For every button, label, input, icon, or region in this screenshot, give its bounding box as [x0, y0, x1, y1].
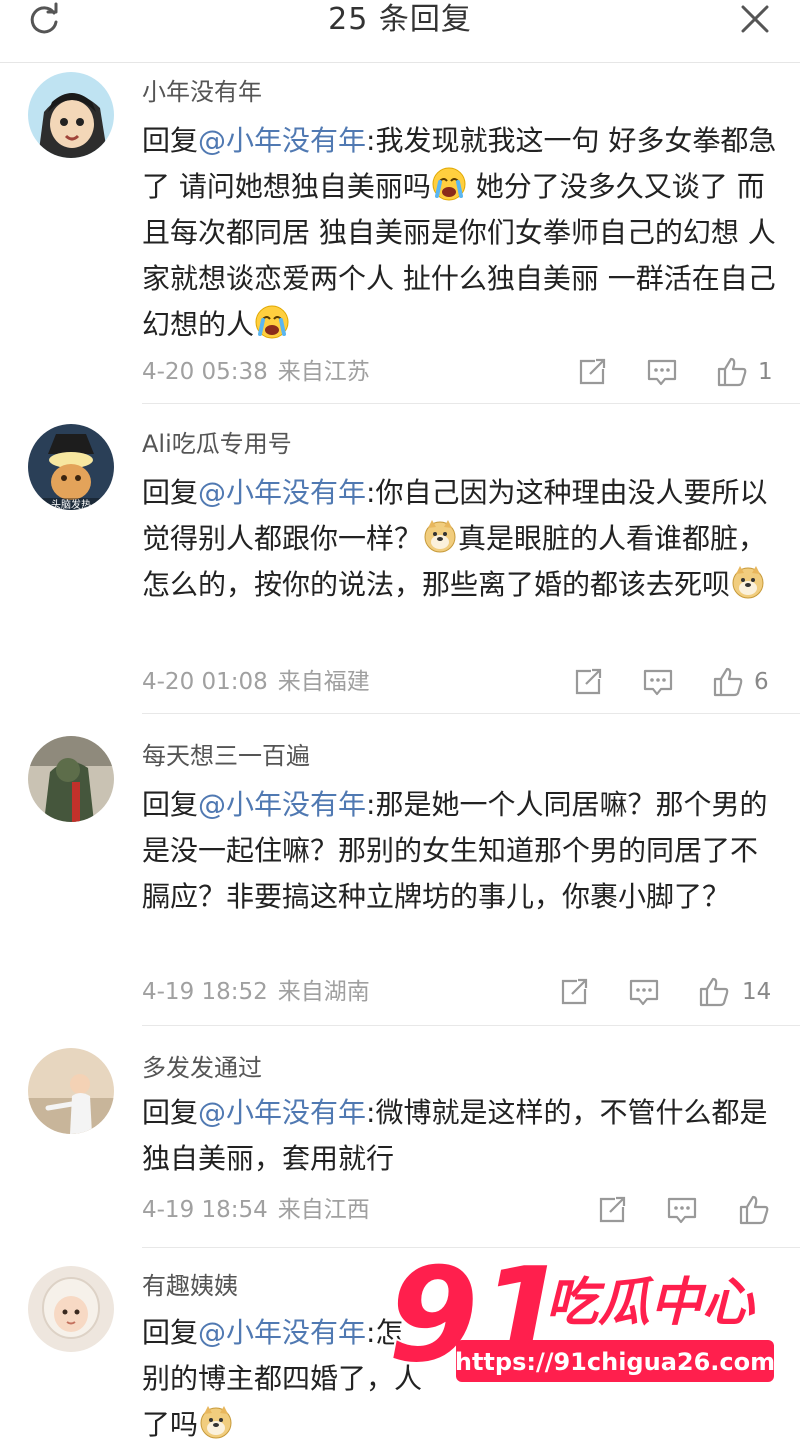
- watermark-name: 吃瓜中心: [546, 1273, 756, 1333]
- comment-text: 回复@小年没有年:微博就是这样的，不管什么都是独自美丽，套用就行: [142, 1090, 778, 1182]
- username[interactable]: 多发发通过: [142, 1048, 262, 1088]
- location: 来自福建: [277, 669, 370, 695]
- mention-link[interactable]: @小年没有年: [198, 1096, 366, 1129]
- timestamp: 4-19 18:52: [142, 979, 268, 1005]
- comment-item: 多发发通过 回复@小年没有年:微博就是这样的，不管什么都是独自美丽，套用就行 4…: [0, 1026, 800, 1248]
- like-count: 6: [754, 669, 769, 695]
- reply-prefix: 回复: [142, 788, 199, 821]
- avatar[interactable]: 头脑发热: [28, 424, 114, 510]
- comment-icon[interactable]: [638, 662, 678, 702]
- crying-emoji-icon: [254, 304, 290, 340]
- share-icon[interactable]: [554, 972, 594, 1012]
- comment-text-part: 别的博主都四婚了，人: [142, 1362, 423, 1395]
- avatar[interactable]: [28, 736, 114, 822]
- username[interactable]: Ali吃瓜专用号: [142, 424, 292, 464]
- reply-prefix: 回复: [142, 476, 199, 509]
- doge-emoji-icon: [730, 564, 766, 600]
- timestamp: 4-20 05:38: [142, 359, 268, 385]
- comment-text: 回复@小年没有年:你自己因为这种理由没人要所以觉得别人都跟你一样？ 真是眼脏的人看…: [142, 470, 778, 608]
- comment-meta: 4-20 01:08 来自福建: [142, 662, 370, 702]
- location: 来自江苏: [277, 359, 370, 385]
- share-icon[interactable]: [592, 1190, 632, 1230]
- avatar[interactable]: [28, 1048, 114, 1134]
- location: 来自江西: [277, 1197, 370, 1223]
- timestamp: 4-19 18:54: [142, 1197, 268, 1223]
- like-count: 14: [742, 979, 772, 1005]
- watermark-logo: 91 吃瓜中心 https://91chigua26.com: [386, 1237, 778, 1393]
- comment-text: 回复@小年没有年:我发现就我这一句 好多女拳都急了 请问她想独自美丽吗 她分了没…: [142, 118, 778, 348]
- comment-icon[interactable]: [624, 972, 664, 1012]
- mention-link[interactable]: @小年没有年: [198, 1316, 366, 1349]
- comment-icon[interactable]: [642, 352, 682, 392]
- comment-item: 头脑发热 Ali吃瓜专用号 回复@小年没有年:你自己因为这种理由没人要所以觉得别…: [0, 404, 800, 714]
- mention-link[interactable]: @小年没有年: [198, 124, 366, 157]
- doge-emoji-icon: [198, 1404, 234, 1440]
- like-count: 1: [758, 359, 773, 385]
- username[interactable]: 有趣姨姨: [142, 1266, 238, 1306]
- avatar[interactable]: [28, 1266, 114, 1352]
- avatar[interactable]: [28, 72, 114, 158]
- mention-link[interactable]: @小年没有年: [198, 476, 366, 509]
- username[interactable]: 每天想三一百遍: [142, 736, 310, 776]
- like-icon[interactable]: [708, 662, 748, 702]
- like-icon[interactable]: [734, 1190, 774, 1230]
- avatar-caption: 头脑发热: [51, 498, 91, 510]
- mention-link[interactable]: @小年没有年: [198, 788, 366, 821]
- reply-prefix: 回复: [142, 124, 199, 157]
- like-icon[interactable]: [694, 972, 734, 1012]
- location: 来自湖南: [277, 979, 370, 1005]
- crying-emoji-icon: [431, 166, 467, 202]
- comment-meta: 4-20 05:38 来自江苏: [142, 352, 370, 392]
- watermark-url: https://91chigua26.com: [455, 1348, 775, 1376]
- comment-item: 每天想三一百遍 回复@小年没有年:那是她一个人同居嘛？那个男的是没一起住嘛？那别…: [0, 714, 800, 1026]
- comment-text-part: 了吗: [142, 1408, 199, 1441]
- page-title: 25 条回复: [328, 2, 472, 37]
- comment-icon[interactable]: [662, 1190, 702, 1230]
- timestamp: 4-20 01:08: [142, 669, 268, 695]
- like-icon[interactable]: [712, 352, 752, 392]
- share-icon[interactable]: [568, 662, 608, 702]
- share-icon[interactable]: [572, 352, 612, 392]
- header-bar: 25 条回复: [0, 0, 800, 63]
- username[interactable]: 小年没有年: [142, 72, 262, 112]
- comment-item: 小年没有年 回复@小年没有年:我发现就我这一句 好多女拳都急了 请问她想独自美丽…: [0, 62, 800, 404]
- reply-prefix: 回复: [142, 1096, 199, 1129]
- reply-prefix: 回复: [142, 1316, 199, 1349]
- doge-emoji-icon: [422, 518, 458, 554]
- close-icon[interactable]: [738, 2, 772, 36]
- comment-meta: 4-19 18:54 来自江西: [142, 1190, 370, 1230]
- comment-meta: 4-19 18:52 来自湖南: [142, 972, 370, 1012]
- comment-text: 回复@小年没有年:那是她一个人同居嘛？那个男的是没一起住嘛？那别的女生知道那个男…: [142, 782, 778, 920]
